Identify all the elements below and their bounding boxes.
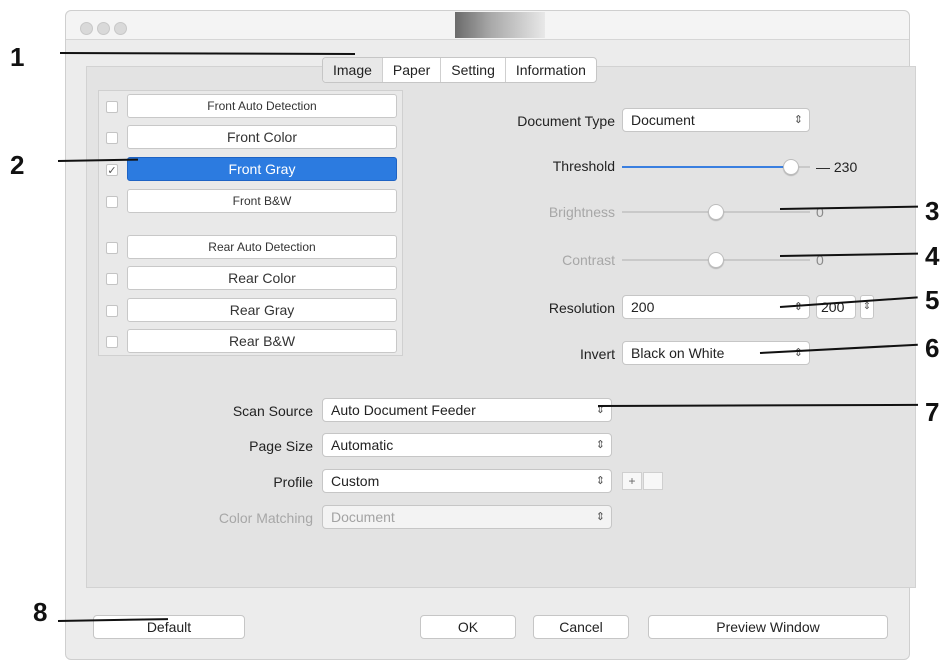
tab-bar: Image Paper Setting Information xyxy=(322,57,597,83)
list-item-front-color[interactable]: Front Color xyxy=(127,125,397,149)
threshold-slider-fill xyxy=(622,166,792,168)
tab-paper[interactable]: Paper xyxy=(383,58,442,82)
invert-value: Black on White xyxy=(631,345,725,361)
scan-source-value: Auto Document Feeder xyxy=(331,402,476,418)
page-size-select[interactable]: Automatic ⇕ xyxy=(322,433,612,457)
updown-arrows-icon: ⇕ xyxy=(595,439,605,451)
preview-window-button[interactable]: Preview Window xyxy=(648,615,888,639)
resolution-label: Resolution xyxy=(548,300,615,316)
checkbox-rear-bw[interactable] xyxy=(106,336,118,348)
updown-arrows-icon: ⇕ xyxy=(595,511,605,523)
tab-information[interactable]: Information xyxy=(506,58,596,82)
checkbox-rear-auto-detection[interactable] xyxy=(106,242,118,254)
threshold-value: — 230 xyxy=(816,159,858,175)
list-item-front-gray[interactable]: Front Gray xyxy=(127,157,397,181)
callout-2: 2 xyxy=(10,150,25,180)
updown-arrows-icon: ⇕ xyxy=(793,347,803,359)
minimize-window-button[interactable] xyxy=(97,22,110,35)
callout-7: 7 xyxy=(925,397,940,427)
list-item-front-auto-detection[interactable]: Front Auto Detection xyxy=(127,94,397,118)
brightness-label: Brightness xyxy=(548,204,615,220)
callout-1: 1 xyxy=(10,42,25,72)
document-type-select[interactable]: Document ⇕ xyxy=(622,108,810,132)
checkbox-front-color[interactable] xyxy=(106,132,118,144)
checkbox-front-gray[interactable]: ✓ xyxy=(106,164,118,177)
resolution-field[interactable]: 200 xyxy=(816,295,856,319)
color-matching-value: Document xyxy=(331,509,395,525)
document-type-label: Document Type xyxy=(517,113,615,129)
callout-5: 5 xyxy=(925,285,940,315)
threshold-slider-track[interactable] xyxy=(622,166,810,168)
invert-label: Invert xyxy=(579,346,615,362)
list-item-front-bw[interactable]: Front B&W xyxy=(127,189,397,213)
cancel-button[interactable]: Cancel xyxy=(533,615,629,639)
page-size-label: Page Size xyxy=(249,438,313,454)
updown-arrows-icon: ⇕ xyxy=(793,301,803,313)
scan-source-label: Scan Source xyxy=(232,403,313,419)
callout-6: 6 xyxy=(925,333,940,363)
ok-button[interactable]: OK xyxy=(420,615,516,639)
contrast-slider-knob[interactable] xyxy=(708,252,724,268)
list-item-rear-color[interactable]: Rear Color xyxy=(127,266,397,290)
threshold-label: Threshold xyxy=(552,158,615,174)
callout-3: 3 xyxy=(925,196,940,226)
page-size-value: Automatic xyxy=(331,437,394,453)
updown-arrows-icon: ⇕ xyxy=(595,475,605,487)
color-matching-label: Color Matching xyxy=(218,510,313,526)
invert-select[interactable]: Black on White ⇕ xyxy=(622,341,810,365)
document-type-value: Document xyxy=(631,112,695,128)
close-window-button[interactable] xyxy=(80,22,93,35)
brightness-slider-knob[interactable] xyxy=(708,204,724,220)
callout-4: 4 xyxy=(925,241,940,271)
profile-label: Profile xyxy=(273,474,313,490)
list-item-rear-bw[interactable]: Rear B&W xyxy=(127,329,397,353)
color-matching-select[interactable]: Document ⇕ xyxy=(322,505,612,529)
updown-arrows-icon: ⇕ xyxy=(793,114,803,126)
tab-setting[interactable]: Setting xyxy=(441,58,506,82)
remove-profile-button[interactable] xyxy=(643,472,663,490)
zoom-window-button[interactable] xyxy=(114,22,127,35)
add-profile-button[interactable]: + xyxy=(622,472,642,490)
checkbox-rear-color[interactable] xyxy=(106,273,118,285)
list-item-rear-gray[interactable]: Rear Gray xyxy=(127,298,397,322)
profile-select[interactable]: Custom ⇕ xyxy=(322,469,612,493)
list-item-rear-auto-detection[interactable]: Rear Auto Detection xyxy=(127,235,397,259)
contrast-label: Contrast xyxy=(562,252,615,268)
checkbox-rear-gray[interactable] xyxy=(106,305,118,317)
scan-source-select[interactable]: Auto Document Feeder ⇕ xyxy=(322,398,612,422)
updown-arrows-icon: ⇕ xyxy=(595,404,605,416)
resolution-value: 200 xyxy=(631,299,655,315)
title-image xyxy=(455,12,545,38)
checkbox-front-bw[interactable] xyxy=(106,196,118,208)
checkbox-front-auto-detection[interactable] xyxy=(106,101,118,113)
callout-8: 8 xyxy=(33,597,48,627)
tab-image[interactable]: Image xyxy=(323,58,383,82)
profile-value: Custom xyxy=(331,473,380,489)
